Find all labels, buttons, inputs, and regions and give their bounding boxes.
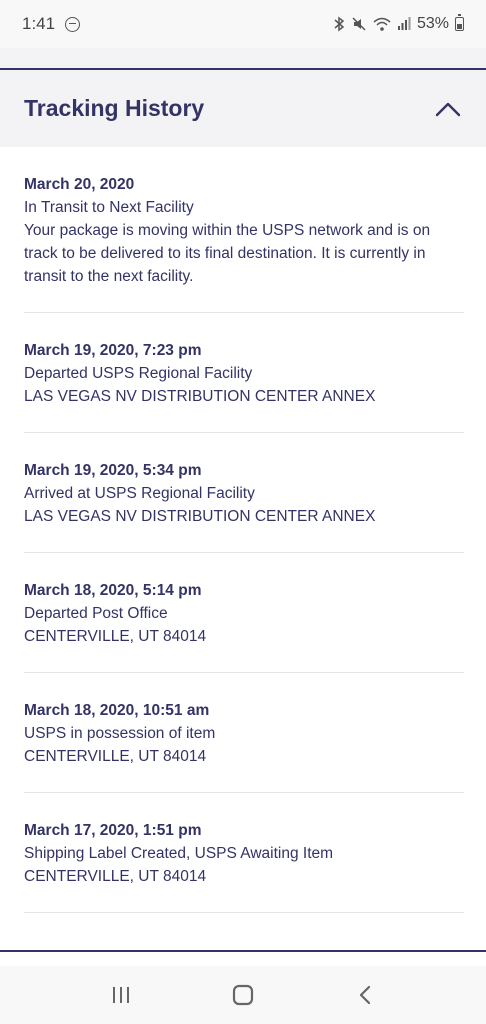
- event-location: CENTERVILLE, UT 84014: [24, 748, 207, 765]
- back-icon: [359, 985, 371, 1005]
- event-status: Shipping Label Created, USPS Awaiting It…: [24, 845, 334, 862]
- event-status: USPS in possession of item: [24, 725, 216, 742]
- tracking-events-list: March 20, 2020 In Transit to Next Facili…: [24, 147, 464, 913]
- tracking-event: March 19, 2020, 5:34 pm Arrived at USPS …: [24, 433, 464, 553]
- status-right: 53%: [333, 14, 464, 33]
- event-date: March 19, 2020, 5:34 pm: [24, 462, 202, 479]
- tracking-event: March 18, 2020, 10:51 am USPS in possess…: [24, 673, 464, 793]
- bluetooth-icon: [334, 16, 345, 32]
- chevron-up-icon[interactable]: [434, 99, 462, 119]
- event-date: March 19, 2020, 7:23 pm: [24, 342, 202, 359]
- event-location: CENTERVILLE, UT 84014: [24, 628, 207, 645]
- clock-text: 1:41: [22, 14, 56, 33]
- wifi-icon: [373, 17, 391, 31]
- event-status: Departed Post Office: [24, 605, 168, 622]
- event-status: Departed USPS Regional Facility: [24, 365, 253, 382]
- event-date: March 17, 2020, 1:51 pm: [24, 822, 202, 839]
- event-date: March 20, 2020: [24, 176, 135, 193]
- tracking-event: March 20, 2020 In Transit to Next Facili…: [24, 147, 464, 313]
- event-date: March 18, 2020, 5:14 pm: [24, 582, 202, 599]
- event-status: Arrived at USPS Regional Facility: [24, 485, 255, 502]
- recent-apps-icon: [113, 987, 129, 1003]
- tracking-event: March 17, 2020, 1:51 pm Shipping Label C…: [24, 793, 464, 913]
- status-left: 1:41: [22, 14, 81, 34]
- battery-icon: [455, 14, 464, 31]
- home-button[interactable]: [223, 975, 263, 1015]
- do-not-disturb-icon: [65, 16, 81, 32]
- bottom-section-divider: [0, 950, 486, 952]
- mute-icon: [352, 17, 366, 31]
- tracking-history-header[interactable]: Tracking History: [0, 70, 486, 147]
- recent-apps-button[interactable]: [101, 975, 141, 1015]
- screen: 1:41 53% Tracking History March 20, 2020…: [0, 0, 486, 1024]
- event-location: LAS VEGAS NV DISTRIBUTION CENTER ANNEX: [24, 508, 376, 525]
- event-location: CENTERVILLE, UT 84014: [24, 868, 207, 885]
- system-nav-bar: [0, 966, 486, 1024]
- back-button[interactable]: [345, 975, 385, 1015]
- status-bar: 1:41 53%: [0, 0, 486, 48]
- event-detail: Your package is moving within the USPS n…: [24, 222, 431, 285]
- tracking-event: March 18, 2020, 5:14 pm Departed Post Of…: [24, 553, 464, 673]
- home-icon: [232, 984, 254, 1006]
- event-status: In Transit to Next Facility: [24, 199, 194, 216]
- signal-icon: [397, 17, 411, 30]
- event-date: March 18, 2020, 10:51 am: [24, 702, 210, 719]
- battery-percent: 53%: [416, 15, 449, 32]
- section-title: Tracking History: [24, 95, 205, 121]
- event-location: LAS VEGAS NV DISTRIBUTION CENTER ANNEX: [24, 388, 376, 405]
- tracking-event: March 19, 2020, 7:23 pm Departed USPS Re…: [24, 313, 464, 433]
- top-strip: [0, 48, 486, 68]
